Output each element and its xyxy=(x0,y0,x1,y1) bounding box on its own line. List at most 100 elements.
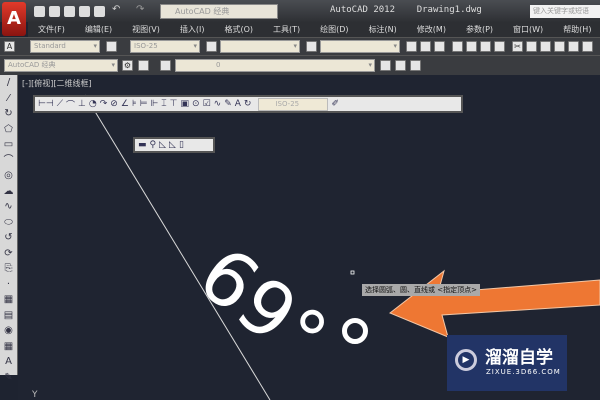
multiline-text-icon[interactable]: A xyxy=(0,354,17,370)
dimension-style-icon[interactable]: ✐ xyxy=(331,99,339,109)
new-icon[interactable] xyxy=(406,41,417,52)
table-style-icon[interactable] xyxy=(206,41,217,52)
match-properties-icon[interactable] xyxy=(554,41,565,52)
undo-icon[interactable] xyxy=(582,41,593,52)
menu-format[interactable]: 格式(O) xyxy=(214,22,263,37)
print-icon[interactable] xyxy=(94,6,105,17)
menu-tools[interactable]: 工具(T) xyxy=(263,22,310,37)
dimension-update-icon[interactable]: ↻ xyxy=(244,99,252,109)
make-block-icon[interactable]: ⎘ xyxy=(0,261,17,277)
cut-icon[interactable]: ✂ xyxy=(512,41,523,52)
aligned-dimension-icon[interactable]: ⟋ xyxy=(57,99,63,109)
layer-dropdown[interactable]: 0 xyxy=(175,59,375,72)
publish-icon[interactable] xyxy=(480,41,491,52)
make-current-icon[interactable] xyxy=(380,60,391,71)
ordinate-icon[interactable]: ⊥ xyxy=(78,99,86,109)
insert-block-icon[interactable]: ⟳ xyxy=(0,246,17,262)
text-edit-icon[interactable]: A xyxy=(235,99,241,109)
polyline-icon[interactable]: ↻ xyxy=(0,106,17,122)
menu-dimension[interactable]: 标注(N) xyxy=(359,22,407,37)
layer-state-icon[interactable] xyxy=(410,60,421,71)
layer-properties-icon[interactable] xyxy=(138,60,149,71)
construction-line-icon[interactable]: ⁄ xyxy=(0,91,17,107)
toolbar-tool-2-icon[interactable]: ⚲ xyxy=(150,140,157,150)
layer-icon[interactable] xyxy=(160,60,171,71)
open-icon[interactable] xyxy=(420,41,431,52)
tolerance-icon[interactable]: ▣ xyxy=(181,99,190,109)
radius-icon[interactable]: ◔ xyxy=(89,99,97,109)
hatch-icon[interactable]: ▦ xyxy=(0,292,17,308)
menu-help[interactable]: 帮助(H) xyxy=(553,22,600,37)
inspect-icon[interactable]: ☑ xyxy=(203,99,211,109)
search-input[interactable]: 键入关键字或短语 xyxy=(530,5,600,18)
workspace-dropdown[interactable]: AutoCAD 经典 xyxy=(4,59,118,72)
print-icon[interactable] xyxy=(452,41,463,52)
jogged-linear-icon[interactable]: ∿ xyxy=(214,99,222,109)
application-menu-button[interactable]: A xyxy=(2,2,26,36)
dimension-break-icon[interactable]: ⊤ xyxy=(170,99,178,109)
toolbar-tool-4-icon[interactable]: ◺ xyxy=(169,140,176,150)
dim-style-dropdown[interactable]: ISO-25 xyxy=(130,40,200,53)
gradient-icon[interactable]: ▤ xyxy=(0,308,17,324)
dimension-style-dropdown[interactable]: ISO-25 xyxy=(258,97,329,111)
copy-icon[interactable] xyxy=(526,41,537,52)
toolbar-tool-5-icon[interactable]: ▯ xyxy=(179,140,184,150)
redo-icon[interactable]: ↷ xyxy=(136,4,144,15)
workspace-settings-icon[interactable]: ⚙ xyxy=(122,60,133,71)
line-icon[interactable]: / xyxy=(0,75,17,91)
arc-length-icon[interactable]: ⌒ xyxy=(66,98,75,111)
menu-view[interactable]: 视图(V) xyxy=(122,22,170,37)
menu-window[interactable]: 窗口(W) xyxy=(503,22,553,37)
text-style-icon[interactable]: A xyxy=(4,41,15,52)
ellipse-arc-icon[interactable]: ↺ xyxy=(0,230,17,246)
menu-insert[interactable]: 插入(I) xyxy=(170,22,215,37)
linear-dimension-icon[interactable]: ⊢⊣ xyxy=(38,99,54,109)
circle-icon[interactable]: ◎ xyxy=(0,168,17,184)
block-editor-icon[interactable] xyxy=(568,41,579,52)
table-style-dropdown[interactable] xyxy=(220,40,300,53)
table-icon[interactable]: ▦ xyxy=(0,339,17,355)
save-as-icon[interactable] xyxy=(79,6,90,17)
baseline-icon[interactable]: ⊨ xyxy=(140,99,148,109)
dim-style-icon[interactable] xyxy=(106,41,117,52)
menu-parametric[interactable]: 参数(P) xyxy=(456,22,503,37)
add-selected-icon[interactable]: ✎ xyxy=(0,370,17,386)
jogged-icon[interactable]: ↷ xyxy=(100,99,108,109)
multileader-style-dropdown[interactable] xyxy=(320,40,400,53)
save-icon[interactable] xyxy=(64,6,75,17)
toolbar-tool-1-icon[interactable]: ▬ xyxy=(138,140,147,150)
rectangle-icon[interactable]: ▭ xyxy=(0,137,17,153)
menu-draw[interactable]: 绘图(D) xyxy=(310,22,358,37)
arc-icon[interactable]: ⌒ xyxy=(0,153,17,169)
3d-dwf-icon[interactable] xyxy=(494,41,505,52)
toolbar-tool-3-icon[interactable]: ◺ xyxy=(159,140,166,150)
revision-cloud-icon[interactable]: ☁ xyxy=(0,184,17,200)
save-icon[interactable] xyxy=(434,41,445,52)
print-preview-icon[interactable] xyxy=(466,41,477,52)
spline-icon[interactable]: ∿ xyxy=(0,199,17,215)
menu-file[interactable]: 文件(F) xyxy=(28,22,75,37)
dimension-space-icon[interactable]: ⌶ xyxy=(161,99,166,109)
paste-icon[interactable] xyxy=(540,41,551,52)
quick-dimension-icon[interactable]: ⊧ xyxy=(132,99,137,109)
region-icon[interactable]: ◉ xyxy=(0,323,17,339)
new-icon[interactable] xyxy=(34,6,45,17)
polygon-icon[interactable]: ⬠ xyxy=(0,122,17,138)
text-style-dropdown[interactable]: Standard xyxy=(30,40,100,53)
point-icon[interactable]: · xyxy=(0,277,17,293)
layer-previous-icon[interactable] xyxy=(395,60,406,71)
ellipse-icon[interactable]: ⬭ xyxy=(0,215,17,231)
center-mark-icon[interactable]: ⊙ xyxy=(192,99,200,109)
workspace-dropdown[interactable]: AutoCAD 经典 xyxy=(160,4,278,19)
watermark: ▶ 溜溜自学 ZIXUE.3D66.COM xyxy=(447,335,567,391)
viewport-controls[interactable]: [-][俯视][二维线框] xyxy=(22,78,92,89)
dimension-edit-icon[interactable]: ✎ xyxy=(224,99,232,109)
angular-icon[interactable]: ∠ xyxy=(121,99,129,109)
open-icon[interactable] xyxy=(49,6,60,17)
diameter-icon[interactable]: ⊘ xyxy=(110,99,118,109)
menu-edit[interactable]: 编辑(E) xyxy=(75,22,122,37)
undo-icon[interactable]: ↶ xyxy=(112,4,120,15)
menu-modify[interactable]: 修改(M) xyxy=(407,22,456,37)
multileader-style-icon[interactable] xyxy=(306,41,317,52)
continue-icon[interactable]: ⊩ xyxy=(150,99,158,109)
